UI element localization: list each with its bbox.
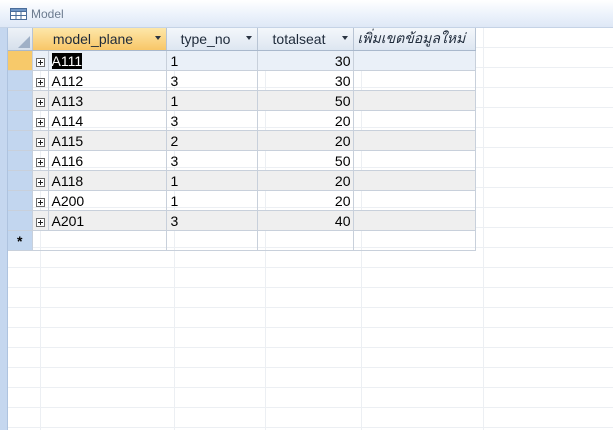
expand-subdatasheet[interactable] xyxy=(32,170,49,191)
cell-type-no[interactable]: 1 xyxy=(166,50,258,71)
table-row[interactable]: A112 3 30 xyxy=(8,70,476,91)
cell-type-no[interactable]: 3 xyxy=(166,210,258,231)
new-record-cell[interactable] xyxy=(353,230,476,251)
expand-plus-icon[interactable] xyxy=(35,177,45,187)
expand-plus-icon[interactable] xyxy=(35,77,45,87)
record-selector[interactable] xyxy=(8,110,33,131)
expand-plus-icon[interactable] xyxy=(35,117,45,127)
cell-new-field[interactable] xyxy=(353,70,476,91)
datasheet-left-edge xyxy=(0,28,8,430)
record-selector[interactable] xyxy=(8,50,33,71)
cell-totalseat[interactable]: 40 xyxy=(257,210,354,231)
cell-model-plane[interactable]: A111 xyxy=(48,50,167,71)
table-row[interactable]: A201 3 40 xyxy=(8,210,476,231)
cell-totalseat[interactable]: 50 xyxy=(257,150,354,171)
cell-model-plane[interactable]: A200 xyxy=(48,190,167,211)
column-filter-dropdown-icon[interactable] xyxy=(154,36,161,40)
table-row[interactable]: A111 1 30 xyxy=(8,50,476,71)
cell-new-field[interactable] xyxy=(353,110,476,131)
column-header-model-plane[interactable]: model_plane xyxy=(32,28,167,51)
table-icon xyxy=(10,7,27,20)
record-selector[interactable] xyxy=(8,150,33,171)
cell-model-plane[interactable]: A118 xyxy=(48,170,167,191)
expand-subdatasheet[interactable] xyxy=(32,50,49,71)
expand-subdatasheet[interactable] xyxy=(32,70,49,91)
new-record-row[interactable]: * xyxy=(8,230,476,251)
table-row[interactable]: A113 1 50 xyxy=(8,90,476,111)
record-selector[interactable] xyxy=(8,70,33,91)
new-record-cell[interactable] xyxy=(166,230,258,251)
cell-model-plane[interactable]: A114 xyxy=(48,110,167,131)
record-selector[interactable] xyxy=(8,190,33,211)
new-record-cell[interactable] xyxy=(32,230,48,251)
record-selector[interactable] xyxy=(8,90,33,111)
cell-new-field[interactable] xyxy=(353,50,476,71)
datasheet-table: model_plane type_no totalseat เพิ่มเขตข้… xyxy=(8,28,476,251)
cell-new-field[interactable] xyxy=(353,170,476,191)
new-record-cell[interactable] xyxy=(257,230,354,251)
expand-plus-icon[interactable] xyxy=(35,157,45,167)
column-filter-dropdown-icon[interactable] xyxy=(341,36,348,40)
new-record-cell[interactable] xyxy=(48,230,167,251)
select-all-corner[interactable] xyxy=(8,28,33,51)
expand-subdatasheet[interactable] xyxy=(32,150,49,171)
datasheet-view: model_plane type_no totalseat เพิ่มเขตข้… xyxy=(0,28,613,430)
cell-type-no[interactable]: 1 xyxy=(166,90,258,111)
expand-subdatasheet[interactable] xyxy=(32,130,49,151)
cell-type-no[interactable]: 3 xyxy=(166,150,258,171)
cell-totalseat[interactable]: 30 xyxy=(257,50,354,71)
header-row: model_plane type_no totalseat เพิ่มเขตข้… xyxy=(8,28,476,51)
cell-type-no[interactable]: 2 xyxy=(166,130,258,151)
cell-type-no[interactable]: 1 xyxy=(166,170,258,191)
cell-model-plane[interactable]: A116 xyxy=(48,150,167,171)
table-row[interactable]: A115 2 20 xyxy=(8,130,476,151)
table-row[interactable]: A116 3 50 xyxy=(8,150,476,171)
cell-totalseat[interactable]: 50 xyxy=(257,90,354,111)
cell-totalseat[interactable]: 20 xyxy=(257,130,354,151)
expand-subdatasheet[interactable] xyxy=(32,210,49,231)
cell-new-field[interactable] xyxy=(353,210,476,231)
table-row[interactable]: A118 1 20 xyxy=(8,170,476,191)
expand-plus-icon[interactable] xyxy=(35,97,45,107)
record-selector[interactable] xyxy=(8,170,33,191)
cell-totalseat[interactable]: 20 xyxy=(257,110,354,131)
cell-type-no[interactable]: 3 xyxy=(166,110,258,131)
expand-plus-icon[interactable] xyxy=(35,57,45,67)
column-header-totalseat[interactable]: totalseat xyxy=(257,28,354,51)
cell-model-plane[interactable]: A201 xyxy=(48,210,167,231)
window-titlebar: Model xyxy=(0,0,613,28)
cell-totalseat[interactable]: 20 xyxy=(257,190,354,211)
corner-triangle-icon xyxy=(17,36,30,48)
cell-type-no[interactable]: 1 xyxy=(166,190,258,211)
cell-model-plane[interactable]: A115 xyxy=(48,130,167,151)
cell-totalseat[interactable]: 20 xyxy=(257,170,354,191)
expand-subdatasheet[interactable] xyxy=(32,90,49,111)
cell-new-field[interactable] xyxy=(353,130,476,151)
table-row[interactable]: A200 1 20 xyxy=(8,190,476,211)
cell-new-field[interactable] xyxy=(353,150,476,171)
cell-totalseat[interactable]: 30 xyxy=(257,70,354,91)
cell-model-plane[interactable]: A112 xyxy=(48,70,167,91)
cell-model-plane[interactable]: A113 xyxy=(48,90,167,111)
window-title: Model xyxy=(31,6,64,21)
cell-type-no[interactable]: 3 xyxy=(166,70,258,91)
expand-subdatasheet[interactable] xyxy=(32,190,49,211)
new-record-selector[interactable]: * xyxy=(8,230,33,251)
cell-new-field[interactable] xyxy=(353,90,476,111)
column-filter-dropdown-icon[interactable] xyxy=(245,36,252,40)
column-header-type-no[interactable]: type_no xyxy=(166,28,258,51)
expand-plus-icon[interactable] xyxy=(35,217,45,227)
column-header-add-new-field[interactable]: เพิ่มเขตข้อมูลใหม่ xyxy=(353,28,476,51)
cell-new-field[interactable] xyxy=(353,190,476,211)
expand-plus-icon[interactable] xyxy=(35,197,45,207)
expand-subdatasheet[interactable] xyxy=(32,110,49,131)
expand-plus-icon[interactable] xyxy=(35,137,45,147)
table-row[interactable]: A114 3 20 xyxy=(8,110,476,131)
record-selector[interactable] xyxy=(8,130,33,151)
record-selector[interactable] xyxy=(8,210,33,231)
